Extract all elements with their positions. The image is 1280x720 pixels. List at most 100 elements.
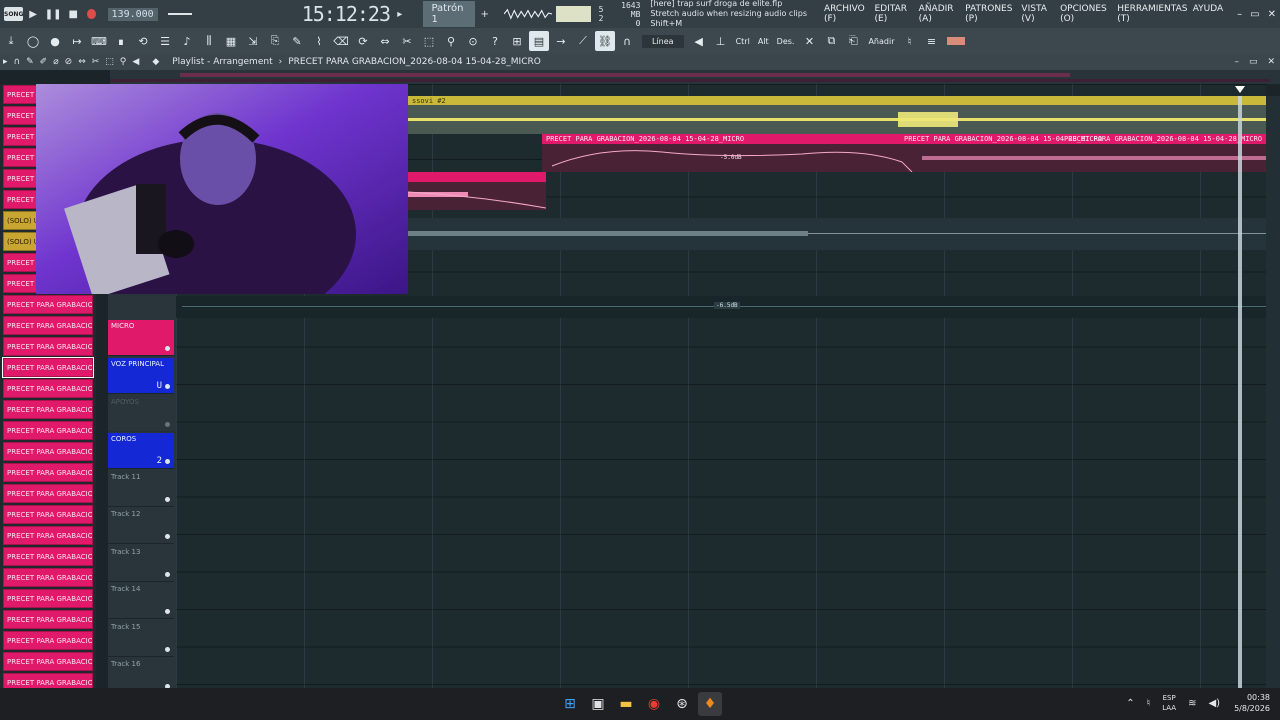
- mute-tool-small-icon[interactable]: ⊘: [65, 57, 73, 67]
- picker-clip-selected[interactable]: PRECET PARA GRABACION...: [2, 357, 94, 378]
- picker-clip[interactable]: PRECET PARA GRABACION...: [3, 547, 93, 566]
- playlist-close-icon[interactable]: ✕: [1267, 57, 1275, 67]
- tempo-display[interactable]: 139.000: [107, 7, 158, 21]
- audio-stretch-icon[interactable]: ▤: [529, 31, 549, 51]
- microphone-tray-icon[interactable]: ♮: [1147, 698, 1151, 709]
- overdub-icon[interactable]: ⟲: [133, 31, 153, 51]
- language-indicator[interactable]: ESP LAA: [1162, 693, 1176, 713]
- picker-clip[interactable]: PRECET PARA GRABACION...: [3, 442, 93, 461]
- volume-icon[interactable]: ◀): [1208, 698, 1220, 709]
- track-header-11[interactable]: Track 11: [108, 471, 174, 507]
- audio-clip-pink-a[interactable]: PRECET PARA GRABACION_2026-08-04 15-04-2…: [542, 134, 1266, 172]
- paste-icon[interactable]: ⎗: [843, 31, 863, 51]
- picker-clip[interactable]: PRECET PARA GRABACION...: [3, 610, 93, 629]
- cut-icon[interactable]: ✕: [799, 31, 819, 51]
- record-mode-icon[interactable]: ⊞: [507, 31, 527, 51]
- chrome-icon[interactable]: ◉: [642, 692, 666, 716]
- zoom-tool-icon[interactable]: ⚲: [441, 31, 461, 51]
- pattern-selector[interactable]: Patrón 1: [423, 1, 476, 27]
- microphone-icon[interactable]: ♮: [900, 31, 920, 51]
- track-enable-icon[interactable]: [165, 346, 170, 351]
- slip-tool-icon[interactable]: ⇔: [78, 57, 86, 67]
- master-volume-slider[interactable]: [167, 13, 192, 15]
- playlist-maximize-icon[interactable]: ▭: [1249, 57, 1258, 67]
- des-modifier[interactable]: Des.: [777, 37, 795, 46]
- picker-clip[interactable]: PRECET PARA GRABACION...: [3, 337, 93, 356]
- zoom-small-icon[interactable]: ⚲: [120, 57, 127, 67]
- picker-clip[interactable]: PRECET PARA GRABACION...: [3, 505, 93, 524]
- track-enable-icon[interactable]: [165, 609, 170, 614]
- erase-tool-icon[interactable]: ⌀: [53, 57, 58, 67]
- add-button[interactable]: Añadir: [868, 37, 894, 46]
- automation-lane[interactable]: -6.5dB: [176, 296, 1266, 318]
- save-icon[interactable]: ⤓: [1, 31, 21, 51]
- picker-clip[interactable]: PRECET PARA GRABACION...: [3, 568, 93, 587]
- typing-keyboard-icon[interactable]: ⌨: [89, 31, 109, 51]
- color-swatch-icon[interactable]: [944, 31, 968, 51]
- slip-icon[interactable]: ⇔: [375, 31, 395, 51]
- menu-patrones[interactable]: PATRONES (P): [965, 4, 1017, 24]
- picker-clip[interactable]: PRECET PARA GRABACION...: [3, 673, 93, 688]
- audio-clip-gray[interactable]: [408, 218, 1266, 250]
- track-header-voz-principal[interactable]: VOZ PRINCIPAL U: [108, 358, 174, 394]
- track-header-13[interactable]: Track 13: [108, 546, 174, 582]
- tray-expand-icon[interactable]: ⌃: [1126, 698, 1134, 709]
- mute-tool-icon[interactable]: ⟳: [353, 31, 373, 51]
- track-header-coros[interactable]: COROS 2: [108, 433, 174, 469]
- audio-clip-pink-b[interactable]: [408, 172, 546, 210]
- stamp-icon[interactable]: ⊥: [711, 31, 731, 51]
- track-enable-icon[interactable]: [165, 534, 170, 539]
- pencil-icon[interactable]: ✎: [287, 31, 307, 51]
- menu-editar[interactable]: EDITAR (E): [875, 4, 915, 24]
- song-mode-toggle[interactable]: SONG: [4, 7, 24, 21]
- track-header-15[interactable]: Track 15: [108, 621, 174, 657]
- mixer-icon[interactable]: ⫼: [199, 31, 219, 51]
- picker-clip[interactable]: PRECET PARA GRABACION...: [3, 484, 93, 503]
- minimize-icon[interactable]: –: [1237, 9, 1242, 20]
- help-icon[interactable]: ?: [485, 31, 505, 51]
- paint-icon[interactable]: ⌇: [309, 31, 329, 51]
- alt-modifier[interactable]: Alt: [758, 37, 769, 46]
- track-enable-icon[interactable]: [165, 647, 170, 652]
- arrow-icon[interactable]: ▸: [3, 57, 8, 67]
- snap-dropdown[interactable]: Línea: [642, 34, 684, 48]
- track-enable-icon[interactable]: [165, 497, 170, 502]
- picker-clip[interactable]: PRECET PARA GRABACION...: [3, 526, 93, 545]
- picker-clip[interactable]: PRECET PARA GRABACION...: [3, 295, 93, 314]
- track-header-12[interactable]: Track 12: [108, 508, 174, 544]
- metronome-icon[interactable]: ●: [45, 31, 65, 51]
- slice-icon[interactable]: ✂: [397, 31, 417, 51]
- pattern-add-icon[interactable]: +: [477, 5, 492, 23]
- picker-clip[interactable]: PRECET PARA GRABACION...: [3, 652, 93, 671]
- plugin-icon[interactable]: ⎘: [265, 31, 285, 51]
- ctrl-modifier[interactable]: Ctrl: [736, 37, 750, 46]
- task-view-icon[interactable]: ▣: [586, 692, 610, 716]
- browser-icon[interactable]: ⇲: [243, 31, 263, 51]
- playlist-icon[interactable]: ☰: [155, 31, 175, 51]
- track-enable-icon[interactable]: [165, 422, 170, 427]
- channel-rack-icon[interactable]: ▦: [221, 31, 241, 51]
- picker-clip[interactable]: PRECET PARA GRABACION...: [3, 463, 93, 482]
- menu-ayuda[interactable]: AYUDA: [1193, 4, 1223, 24]
- vertical-scrollbar[interactable]: [1266, 96, 1280, 688]
- select-tool-icon[interactable]: ⬚: [105, 57, 114, 67]
- track-header-apoyos[interactable]: APOYOS: [108, 396, 174, 432]
- picker-clip[interactable]: PRECET PARA GRABACION...: [3, 631, 93, 650]
- menu-herramientas[interactable]: HERRAMIENTAS (T): [1117, 4, 1188, 24]
- playback-icon[interactable]: ⊙: [463, 31, 483, 51]
- obs-icon[interactable]: ⊛: [670, 692, 694, 716]
- playlist-menu-icon[interactable]: ◆: [152, 57, 159, 67]
- delete-icon[interactable]: ⌫: [331, 31, 351, 51]
- picker-clip[interactable]: PRECET PARA GRABACION...: [3, 316, 93, 335]
- timeline-ruler[interactable]: [110, 70, 1280, 84]
- picker-clip[interactable]: PRECET PARA GRABACION...: [3, 400, 93, 419]
- menu-vista[interactable]: VISTA (V): [1021, 4, 1056, 24]
- menu-anadir[interactable]: AÑADIR (A): [919, 4, 962, 24]
- list-icon[interactable]: ≡: [922, 31, 942, 51]
- playhead[interactable]: [1238, 96, 1242, 688]
- slice-tool-icon[interactable]: ✂: [92, 57, 100, 67]
- menu-archivo[interactable]: ARCHIVO (F): [824, 4, 871, 24]
- snap-icon[interactable]: ↦: [67, 31, 87, 51]
- speaker-mute-icon[interactable]: ◀: [689, 31, 709, 51]
- start-icon[interactable]: ⊞: [558, 692, 582, 716]
